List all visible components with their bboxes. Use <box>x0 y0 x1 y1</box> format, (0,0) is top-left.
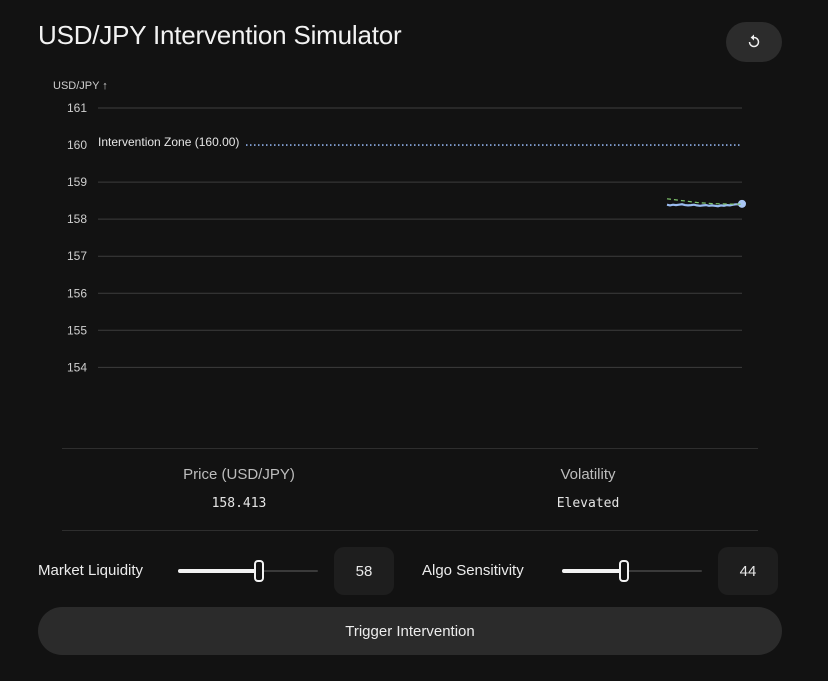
y-tick-label: 159 <box>67 175 87 189</box>
y-tick-label: 157 <box>67 249 87 263</box>
slider-fill <box>178 569 260 573</box>
intervention-zone-label: Intervention Zone (160.00) <box>98 135 239 149</box>
algo-sensitivity-label: Algo Sensitivity <box>422 562 524 579</box>
y-tick-label: 160 <box>67 138 87 152</box>
volatility-label: Volatility <box>560 466 616 483</box>
trigger-intervention-button[interactable]: Trigger Intervention <box>38 607 782 655</box>
y-tick-label: 156 <box>67 286 87 300</box>
volatility-stat: Volatility Elevated <box>473 466 703 511</box>
price-label: Price (USD/JPY) <box>183 466 295 483</box>
volatility-value: Elevated <box>556 496 620 511</box>
slider-thumb[interactable] <box>254 560 265 582</box>
price-stat: Price (USD/JPY) 158.413 <box>124 466 354 511</box>
price-chart: USD/JPY ↑ 161 160 159 158 157 156 155 154 Interve… <box>0 70 828 450</box>
market-liquidity-value: 58 <box>334 547 394 595</box>
stats-bottom-divider <box>62 530 758 531</box>
y-tick-label: 154 <box>67 360 87 374</box>
market-liquidity-label: Market Liquidity <box>38 562 144 579</box>
trend-line <box>666 198 743 205</box>
y-tick-label: 155 <box>67 323 87 337</box>
price-value: 158.413 <box>211 496 267 511</box>
algo-sensitivity-slider[interactable] <box>562 559 702 583</box>
simulator-app: USD/JPY Intervention Simulator USD/JPY ↑… <box>0 0 828 681</box>
y-tick-label: 158 <box>67 212 87 226</box>
y-axis-title: USD/JPY ↑ <box>53 80 108 92</box>
market-liquidity-slider[interactable] <box>178 559 318 583</box>
algo-sensitivity-value: 44 <box>718 547 778 595</box>
slider-fill <box>562 569 624 573</box>
slider-thumb[interactable] <box>618 560 629 582</box>
stats-top-divider <box>62 448 758 449</box>
page-title: USD/JPY Intervention Simulator <box>38 20 402 50</box>
price-chart-svg: USD/JPY ↑ 161 160 159 158 157 156 155 154 Interve… <box>53 80 746 374</box>
reset-button[interactable] <box>726 22 782 62</box>
reset-icon <box>748 34 760 48</box>
y-tick-label: 161 <box>67 101 87 115</box>
